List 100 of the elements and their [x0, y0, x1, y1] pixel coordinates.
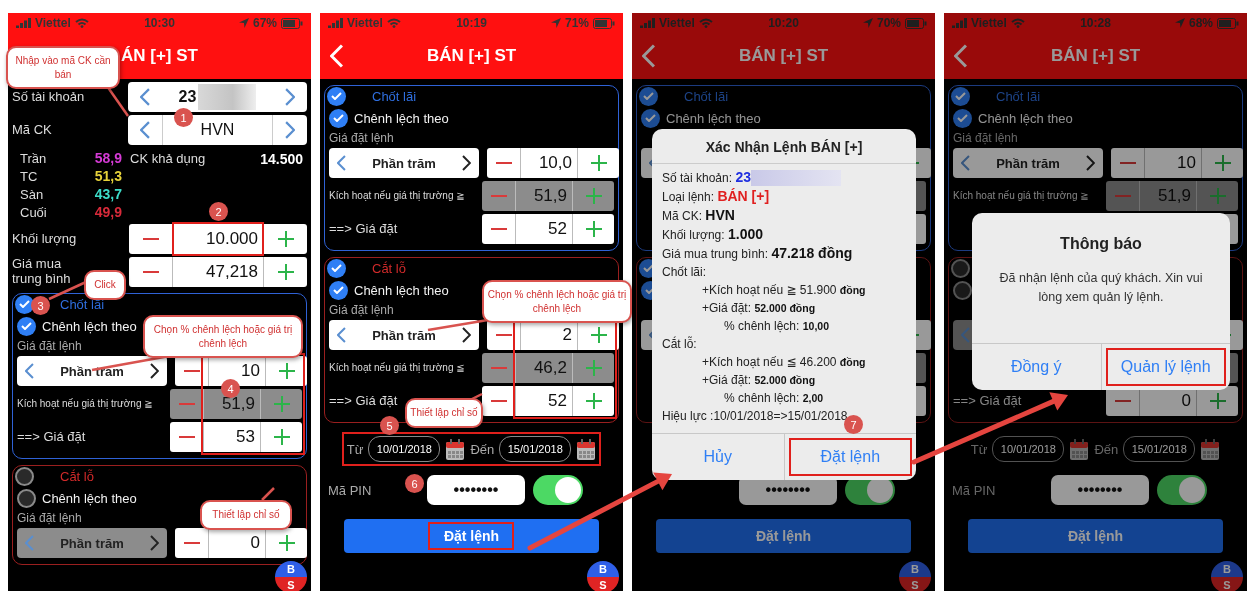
mode-picker[interactable]: Phần trăm [329, 148, 479, 178]
checkbox[interactable] [17, 316, 36, 336]
plus-icon [590, 155, 607, 171]
callout: Thiết lập chỉ số [405, 398, 483, 428]
minus-icon [178, 403, 195, 405]
plus-icon [273, 429, 290, 445]
battery-level: 71% [565, 16, 589, 30]
back-button[interactable] [954, 44, 968, 68]
check-icon [333, 286, 344, 294]
checkbox[interactable] [15, 294, 34, 314]
quote-label: Cuối [20, 204, 48, 220]
quote-value: 43,7 [93, 186, 122, 202]
row-label: Kích hoạt nếu giá thị trường ≧ [17, 398, 153, 410]
plus-icon [1209, 188, 1226, 204]
value-field[interactable]: 53 [204, 422, 260, 452]
section-title: Chốt lãi [684, 88, 729, 104]
dialog-line: +Giá đặt: 52.000 đồng [701, 300, 816, 317]
location-icon [239, 18, 249, 28]
field-label: Giá đặt lệnh [953, 130, 1018, 146]
redacted-block [198, 84, 257, 110]
chevron-left-icon [25, 363, 34, 379]
mode-picker[interactable]: Phần trăm [329, 320, 479, 350]
checkbox[interactable] [327, 86, 346, 106]
date-field[interactable]: 10/01/2018 [992, 436, 1065, 462]
buy-sell-button[interactable]: B S [1211, 561, 1243, 591]
checkbox[interactable] [953, 280, 972, 300]
mode-picker[interactable]: Phần trăm [17, 528, 167, 558]
dialog-line: Cắt lỗ: [662, 335, 697, 353]
battery-level: 67% [253, 16, 277, 30]
check-icon [21, 322, 32, 330]
value-field[interactable]: 10 [1145, 148, 1201, 178]
chevron-left-icon [961, 327, 970, 343]
checkbox[interactable] [17, 488, 36, 508]
value-field[interactable]: 47,218 [173, 257, 263, 287]
carrier-name: Viettel [659, 16, 695, 30]
checkbox[interactable] [641, 108, 660, 128]
value-field[interactable]: 10.000 [173, 224, 263, 254]
row-label: Mã CK [12, 122, 53, 138]
date-field[interactable]: 15/01/2018 [499, 436, 572, 462]
value-field[interactable]: 52 [516, 386, 572, 416]
checkbox[interactable] [15, 466, 34, 486]
chevron-right-icon [150, 363, 159, 379]
value-field[interactable]: 51,9 [516, 181, 572, 211]
value-field[interactable]: 2 [521, 320, 577, 350]
toggle-switch[interactable] [1157, 475, 1207, 505]
date-field[interactable]: 10/01/2018 [368, 436, 441, 462]
toggle-switch[interactable] [533, 475, 583, 505]
quote-label: Trần [20, 150, 48, 166]
checkbox[interactable] [953, 108, 972, 128]
plus-icon [585, 188, 602, 204]
checkbox[interactable] [951, 258, 970, 278]
submit-button[interactable]: Đặt lệnh [344, 519, 599, 553]
buy-sell-button[interactable]: B S [899, 561, 931, 591]
mode-picker[interactable]: Phần trăm [953, 148, 1103, 178]
carrier-name: Viettel [347, 16, 383, 30]
dialog-line: % chênh lệch: 2,00 [723, 390, 824, 407]
value-field[interactable]: 52 [516, 214, 572, 244]
pin-field[interactable]: •••••••• [1051, 475, 1149, 505]
back-button[interactable] [642, 44, 656, 68]
battery-icon [1217, 17, 1239, 29]
checkbox[interactable] [951, 86, 970, 106]
buy-sell-button[interactable]: B S [587, 561, 619, 591]
plus-icon [278, 363, 295, 379]
checkbox[interactable] [329, 108, 348, 128]
plus-icon [278, 535, 295, 551]
pin-field[interactable]: •••••••• [427, 475, 525, 505]
field-label: Giá đặt lệnh [17, 510, 82, 526]
signal-icon [640, 18, 655, 28]
buy-sell-button[interactable]: B S [275, 561, 307, 591]
back-button[interactable] [330, 44, 344, 68]
picker-value: 23 [178, 88, 197, 106]
quote-label: Sàn [20, 186, 45, 202]
row-label: ==> Giá đặt [953, 393, 1022, 409]
row-label: Kích hoạt nếu giá thị trường ≧ [329, 190, 465, 202]
checkbox[interactable] [639, 86, 658, 106]
minus-icon [1114, 195, 1131, 197]
calendar-icon[interactable] [445, 438, 466, 460]
battery-icon [281, 17, 303, 29]
option-label: Chênh lệch theo [978, 110, 1073, 126]
value-field[interactable]: 10,0 [521, 148, 577, 178]
value-field[interactable]: 46,2 [516, 353, 572, 383]
location-icon [1175, 18, 1185, 28]
minus-icon [142, 271, 159, 273]
checkbox[interactable] [327, 258, 346, 278]
check-icon [955, 92, 966, 100]
section-title: Cắt lỗ [372, 260, 406, 276]
value-picker[interactable]: 23 [128, 82, 307, 112]
plus-icon [273, 396, 290, 412]
value-field[interactable]: 0 [209, 528, 265, 558]
wifi-icon [1010, 18, 1025, 28]
option-label: Chênh lệch theo [666, 110, 761, 126]
checkbox[interactable] [329, 280, 348, 300]
date-field[interactable]: 15/01/2018 [1123, 436, 1196, 462]
pin-label: Mã PIN [952, 482, 996, 498]
quote-value: 49,9 [93, 204, 122, 220]
chevron-left-icon [139, 88, 151, 106]
calendar-icon[interactable] [576, 438, 597, 460]
check-icon [331, 264, 342, 272]
minus-icon [495, 334, 512, 336]
battery-level: 68% [1189, 16, 1213, 30]
